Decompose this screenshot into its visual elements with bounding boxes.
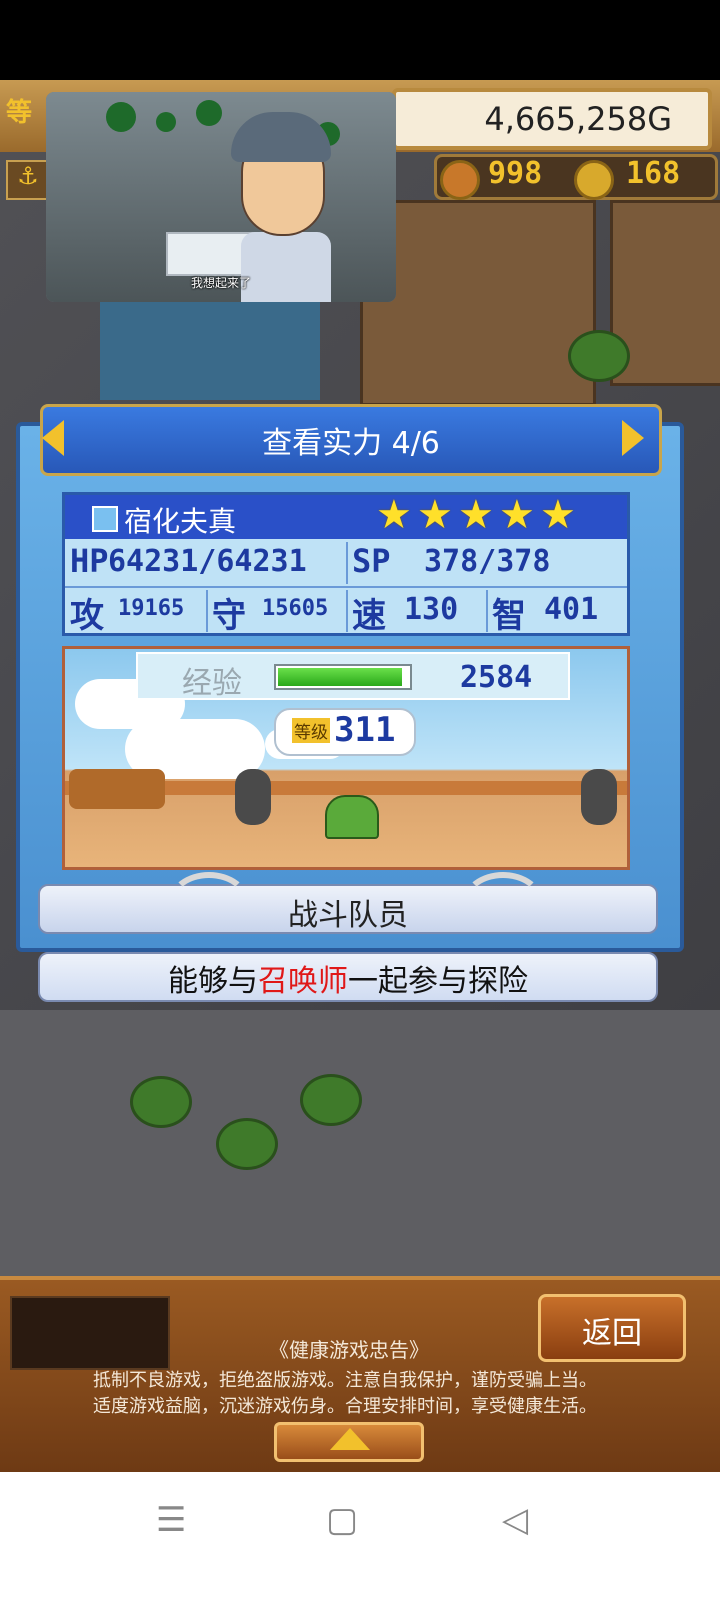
panel-title: 查看实力 4/6	[262, 426, 440, 461]
defense-value: 15605	[262, 596, 329, 621]
summoner-highlight: 召唤师	[258, 964, 348, 999]
star-icon: ★	[376, 492, 412, 538]
meat-icon	[440, 160, 480, 200]
tree	[130, 1076, 192, 1128]
stone-road	[0, 1010, 720, 1280]
gold-amount: 4,665,258G	[484, 100, 672, 138]
tree	[216, 1118, 278, 1170]
anchor-icon[interactable]: ⚓	[6, 160, 50, 200]
health-warning-line-2: 适度游戏益脑，沉迷游戏伤身。合理安排时间，享受健康生活。	[93, 1396, 597, 1417]
star-icon: ★	[417, 492, 453, 538]
video-overlay[interactable]: 我想起来了	[46, 92, 396, 302]
resource-1-count: 998	[488, 156, 543, 191]
hp-value: 64231/64231	[108, 544, 307, 579]
star-icon: ★	[458, 492, 494, 538]
menu-icon[interactable]: ☰	[156, 1500, 186, 1540]
role-text: 战斗队员	[288, 898, 408, 933]
back-icon[interactable]: ◁	[502, 1500, 528, 1540]
health-warning-line-1: 抵制不良游戏，拒绝盗版游戏。注意自我保护，谨防受骗上当。	[93, 1370, 597, 1391]
character-body	[241, 232, 331, 302]
exp-progress-fill	[278, 668, 402, 686]
divider	[486, 590, 488, 632]
sp-value: 378/378	[424, 544, 551, 579]
attack-value: 19165	[118, 596, 185, 621]
system-nav-bar	[0, 1472, 720, 1609]
blue-roof	[100, 300, 320, 400]
intellect-value: 401	[544, 592, 599, 627]
level-label: 等级	[292, 718, 330, 743]
resource-2-count: 168	[626, 156, 681, 191]
up-arrow-icon[interactable]	[330, 1428, 370, 1450]
prev-arrow-icon[interactable]	[42, 420, 64, 456]
video-subtitle: 我想起来了	[190, 276, 251, 290]
sp-label: SP	[352, 542, 391, 580]
divider	[206, 590, 208, 632]
home-icon[interactable]: ▢	[326, 1500, 358, 1540]
corner-label: 等	[6, 98, 33, 128]
speed-value: 130	[404, 592, 459, 627]
star-icon: ★	[540, 492, 576, 538]
hermit-crab-sprite	[325, 795, 379, 839]
exp-label: 经验	[182, 666, 242, 701]
level-value: 311	[334, 710, 396, 750]
intellect-label: 智	[492, 596, 526, 636]
defense-label: 守	[212, 596, 246, 636]
divider	[346, 542, 348, 584]
coin-icon	[574, 160, 614, 200]
next-arrow-icon[interactable]	[622, 420, 644, 456]
role-description: 能够与召唤师一起参与探险	[168, 964, 528, 999]
exp-value: 2584	[460, 660, 533, 695]
divider	[346, 590, 348, 632]
health-warning-title: 《健康游戏忠告》	[269, 1338, 429, 1362]
tree	[300, 1074, 362, 1126]
character-name: 宿化夫真	[124, 505, 237, 538]
star-icon: ★	[499, 492, 535, 538]
hp-label: HP	[70, 542, 109, 580]
speed-label: 速	[352, 596, 386, 636]
attack-label: 攻	[70, 596, 104, 636]
element-icon	[92, 506, 118, 532]
divider	[65, 586, 627, 588]
tree	[568, 330, 630, 382]
